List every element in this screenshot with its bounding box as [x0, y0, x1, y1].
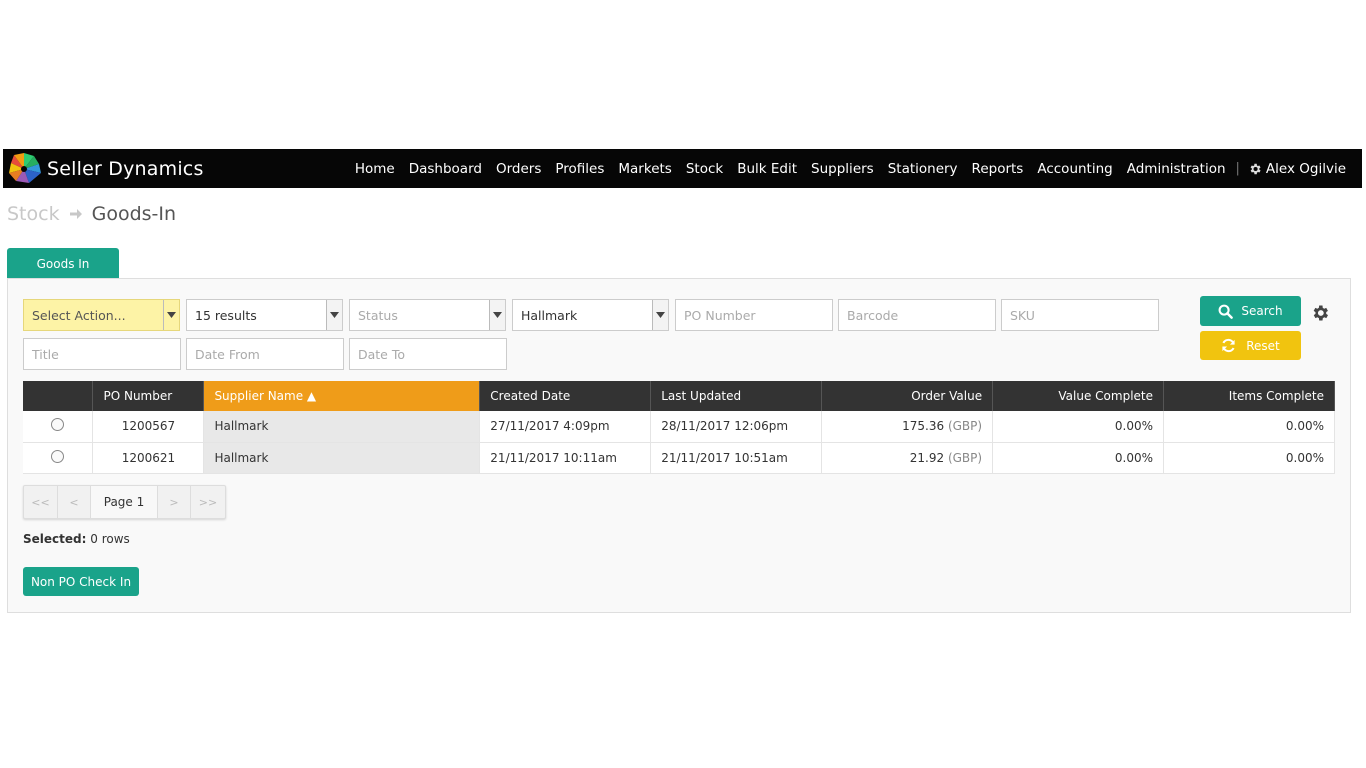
pager-prev-button[interactable]: <	[58, 486, 91, 518]
table-row[interactable]: 1200621 Hallmark 21/11/2017 10:11am 21/1…	[23, 442, 1335, 474]
nav-separator: |	[1235, 161, 1240, 176]
chevron-down-icon	[326, 300, 342, 330]
nav-suppliers[interactable]: Suppliers	[811, 161, 874, 177]
value-complete-cell: 0.00%	[992, 411, 1165, 443]
nav-bulk-edit[interactable]: Bulk Edit	[737, 161, 797, 177]
title-input[interactable]: Title	[23, 338, 181, 370]
seller-dynamics-logo	[9, 152, 41, 183]
main-nav: Home Dashboard Orders Profiles Markets S…	[341, 149, 1346, 188]
results-select-value: 15 results	[195, 307, 257, 323]
last-updated-cell: 21/11/2017 10:51am	[650, 442, 823, 474]
column-header-select	[23, 381, 94, 411]
chevron-down-icon	[489, 300, 505, 330]
chevron-down-icon	[652, 300, 668, 330]
breadcrumb: Stock Goods-In	[7, 203, 176, 225]
table-header-row: PO Number Supplier Name ▲ Created Date L…	[23, 381, 1335, 411]
items-complete-cell: 0.00%	[1163, 442, 1335, 474]
sku-input[interactable]: SKU	[1001, 299, 1159, 331]
date-from-input[interactable]: Date From	[186, 338, 344, 370]
purchase-orders-table: PO Number Supplier Name ▲ Created Date L…	[23, 381, 1335, 474]
pager-current-page: Page 1	[91, 486, 158, 518]
last-updated-cell: 28/11/2017 12:06pm	[650, 411, 823, 443]
status-select[interactable]: Status	[349, 299, 506, 331]
search-button[interactable]: Search	[1200, 296, 1301, 326]
nav-stationery[interactable]: Stationery	[888, 161, 958, 177]
order-value-cell: 21.92 (GBP)	[821, 442, 994, 474]
barcode-input[interactable]: Barcode	[838, 299, 996, 331]
column-header-items-complete[interactable]: Items Complete	[1163, 381, 1335, 411]
row-select-cell	[23, 442, 94, 474]
gear-icon	[1250, 163, 1261, 174]
brand[interactable]: Seller Dynamics	[3, 149, 204, 188]
created-date-cell: 27/11/2017 4:09pm	[479, 411, 652, 443]
breadcrumb-stock[interactable]: Stock	[7, 203, 60, 225]
value-complete-cell: 0.00%	[992, 442, 1165, 474]
nav-orders[interactable]: Orders	[496, 161, 541, 177]
supplier-select-value: Hallmark	[521, 307, 578, 323]
page-title: Goods-In	[91, 203, 177, 225]
supplier-cell: Hallmark	[203, 411, 481, 443]
row-radio[interactable]	[51, 418, 65, 432]
currency-label: (GBP)	[947, 419, 983, 434]
reset-button[interactable]: Reset	[1200, 331, 1301, 360]
action-select[interactable]: Select Action...	[23, 299, 180, 331]
nav-stock[interactable]: Stock	[686, 161, 723, 177]
pagination: << < Page 1 > >>	[23, 485, 226, 519]
selection-label: Selected:	[23, 532, 87, 546]
column-header-supplier-name[interactable]: Supplier Name ▲	[203, 381, 481, 411]
po-number-input[interactable]: PO Number	[675, 299, 833, 331]
selection-summary: Selected: 0 rows	[23, 532, 130, 546]
pager-first-button[interactable]: <<	[24, 486, 58, 518]
order-value: 175.36	[902, 419, 945, 434]
column-header-created-date[interactable]: Created Date	[479, 381, 652, 411]
table-row[interactable]: 1200567 Hallmark 27/11/2017 4:09pm 28/11…	[23, 411, 1335, 443]
created-date-cell: 21/11/2017 10:11am	[479, 442, 652, 474]
order-value: 21.92	[909, 450, 945, 465]
user-menu[interactable]: Alex Ogilvie	[1248, 161, 1346, 177]
action-select-value: Select Action...	[32, 307, 126, 323]
order-value-cell: 175.36 (GBP)	[821, 411, 994, 443]
arrow-right-icon	[69, 209, 82, 219]
nav-reports[interactable]: Reports	[972, 161, 1024, 177]
user-name: Alex Ogilvie	[1265, 160, 1346, 177]
refresh-icon	[1222, 338, 1235, 353]
nav-profiles[interactable]: Profiles	[555, 161, 604, 177]
chevron-down-icon	[163, 300, 179, 330]
items-complete-cell: 0.00%	[1163, 411, 1335, 443]
po-number-cell: 1200567	[92, 411, 205, 443]
currency-label: (GBP)	[947, 450, 983, 465]
pager-next-button[interactable]: >	[158, 486, 191, 518]
row-radio[interactable]	[51, 449, 65, 463]
row-select-cell	[23, 411, 94, 443]
nav-administration[interactable]: Administration	[1127, 161, 1226, 177]
nav-accounting[interactable]: Accounting	[1037, 161, 1112, 177]
column-header-value-complete[interactable]: Value Complete	[992, 381, 1165, 411]
supplier-select[interactable]: Hallmark	[512, 299, 669, 331]
status-select-value: Status	[358, 307, 398, 323]
column-header-order-value[interactable]: Order Value	[821, 381, 994, 411]
search-icon	[1218, 304, 1234, 319]
gear-icon[interactable]	[1310, 303, 1330, 323]
brand-name: Seller Dynamics	[47, 157, 204, 180]
selection-count: 0 rows	[90, 532, 130, 546]
pager-last-button[interactable]: >>	[191, 486, 225, 518]
po-number-cell: 1200621	[92, 442, 205, 474]
reset-button-label: Reset	[1246, 338, 1280, 353]
supplier-cell: Hallmark	[203, 442, 481, 474]
non-po-check-in-button[interactable]: Non PO Check In	[23, 567, 139, 596]
top-navbar: Seller Dynamics Home Dashboard Orders Pr…	[3, 149, 1362, 188]
search-button-label: Search	[1241, 304, 1283, 318]
nav-home[interactable]: Home	[355, 161, 395, 177]
date-to-input[interactable]: Date To	[349, 338, 507, 370]
column-header-last-updated[interactable]: Last Updated	[650, 381, 823, 411]
results-select[interactable]: 15 results	[186, 299, 343, 331]
tab-goods-in[interactable]: Goods In	[7, 248, 119, 279]
nav-dashboard[interactable]: Dashboard	[409, 161, 482, 177]
nav-markets[interactable]: Markets	[618, 161, 671, 177]
column-header-po-number[interactable]: PO Number	[92, 381, 205, 411]
